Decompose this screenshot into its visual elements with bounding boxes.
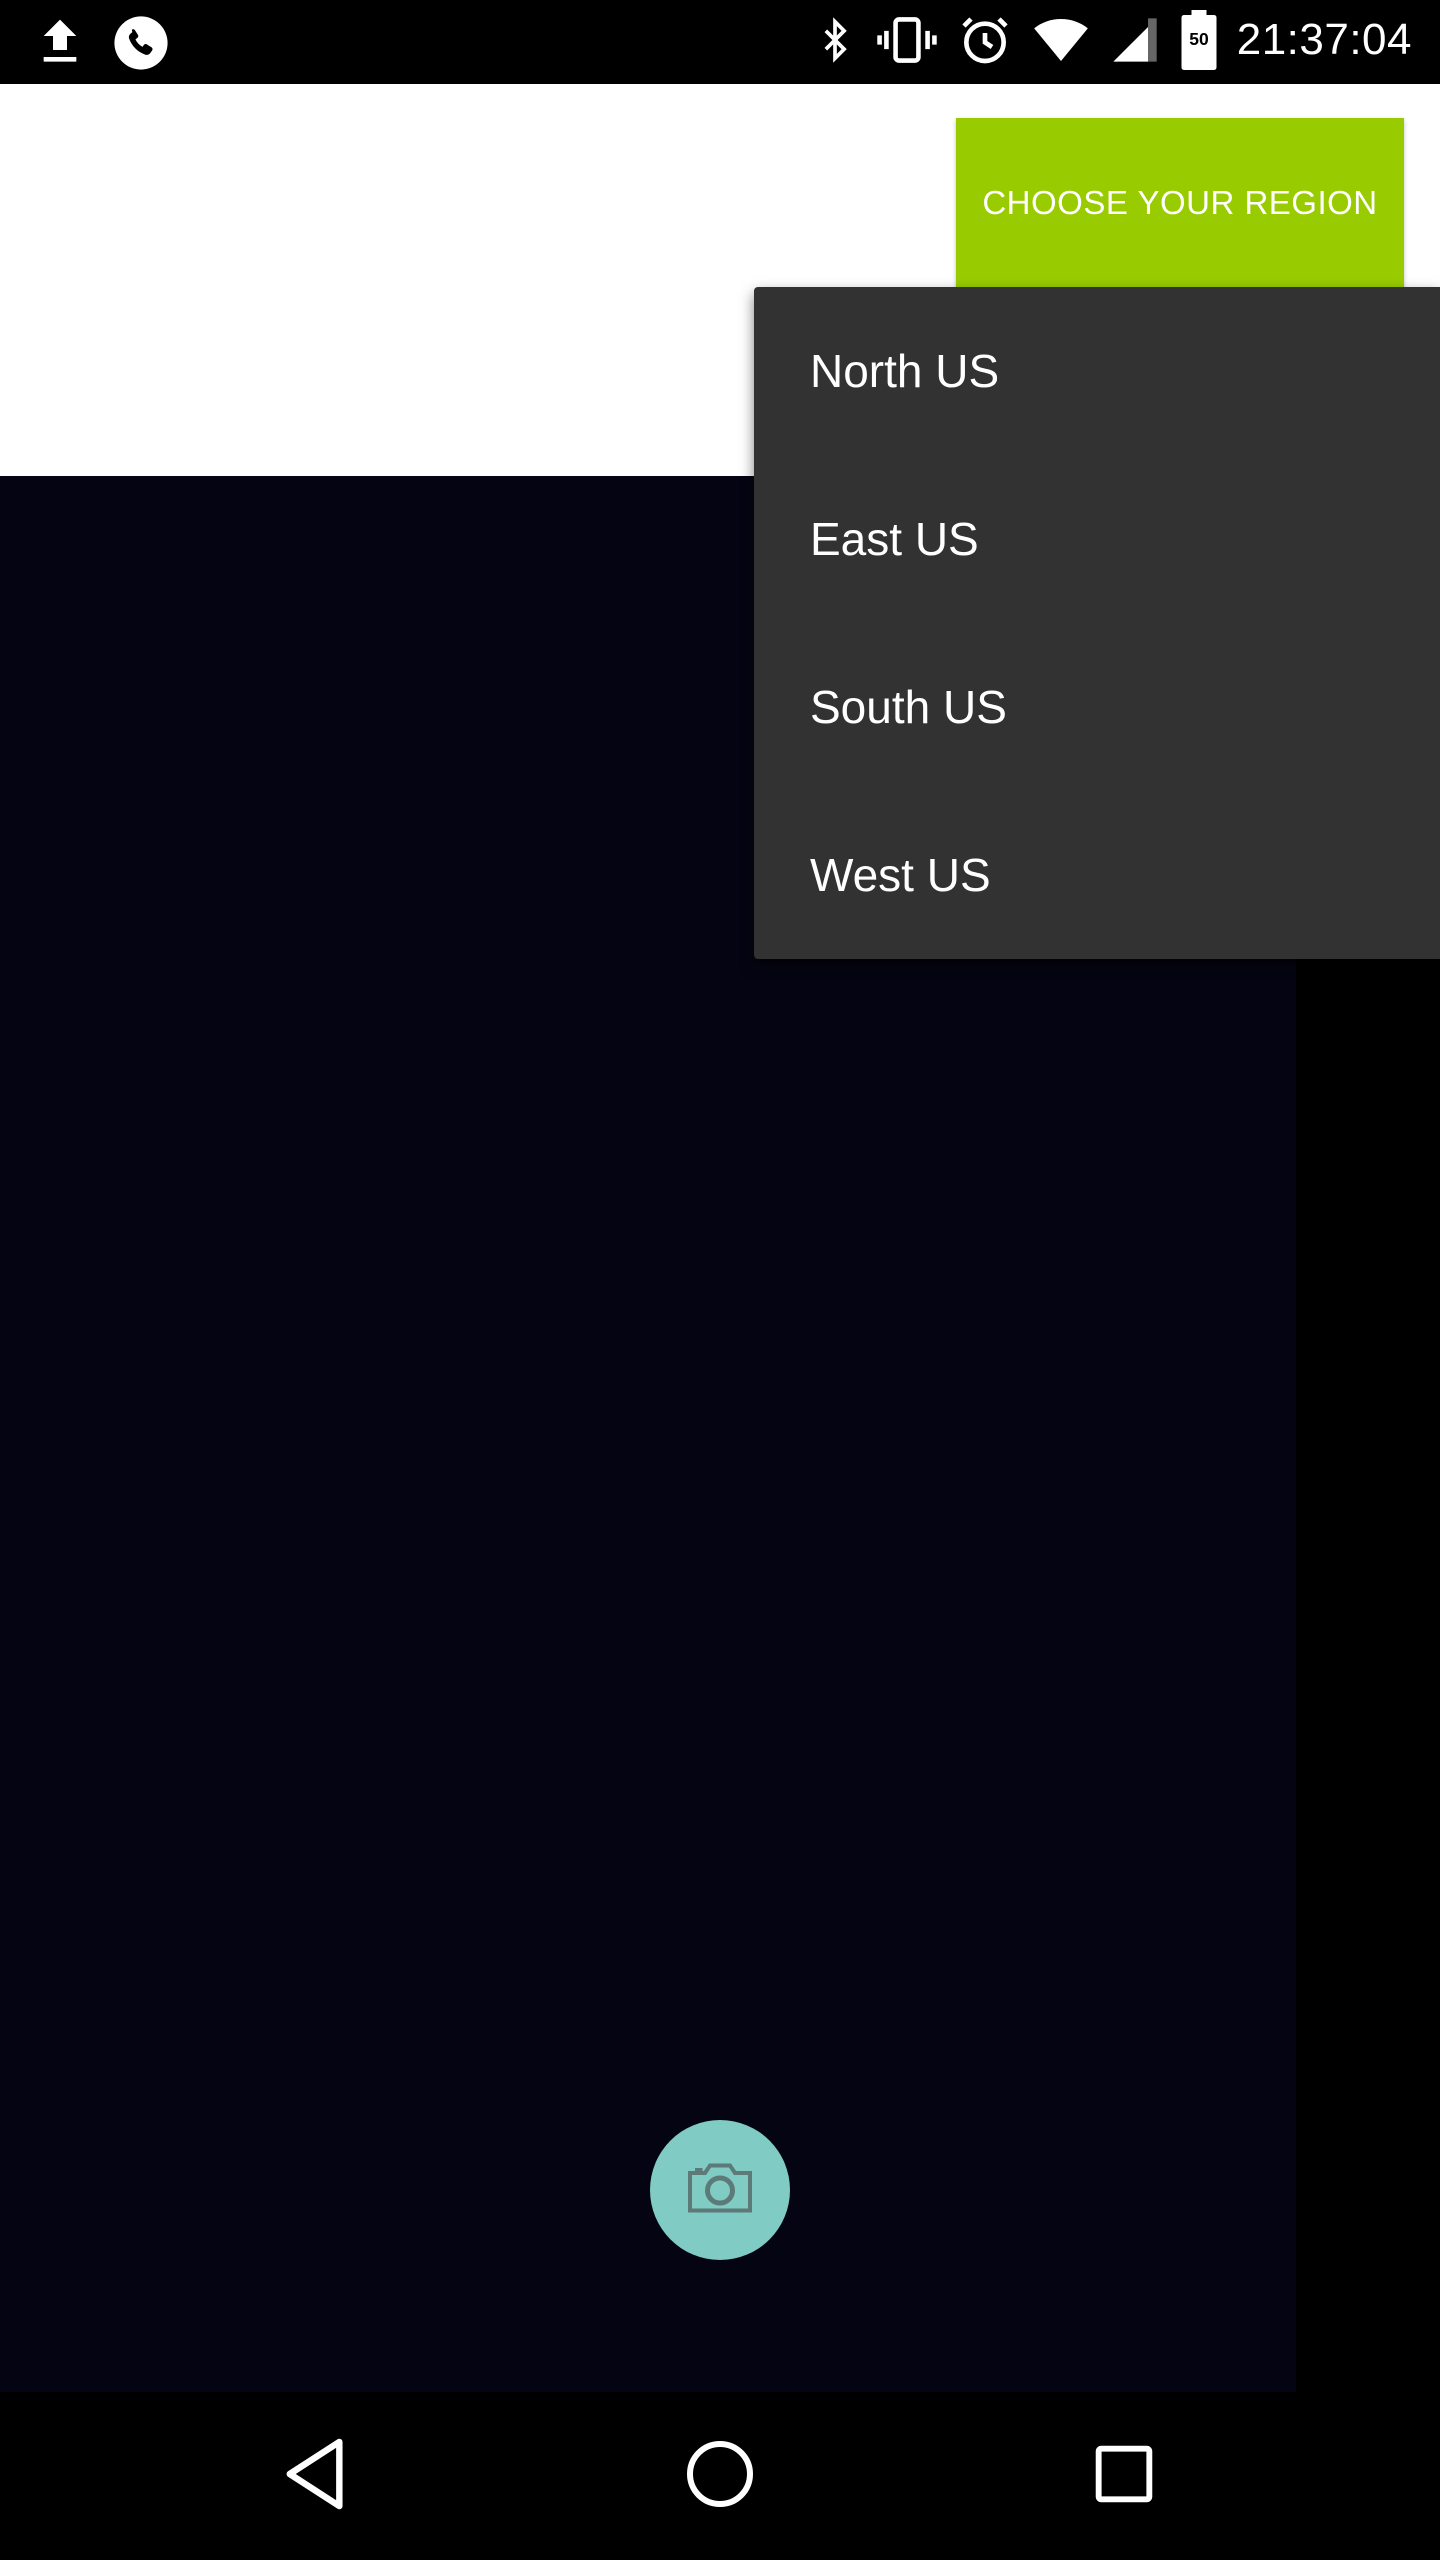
app-screen: 50 21:37:04 CHOOSE YOUR REGION North US … <box>0 0 1440 2560</box>
wifi-icon <box>1031 12 1091 68</box>
choose-region-button[interactable]: CHOOSE YOUR REGION <box>956 118 1404 288</box>
navigation-bar <box>0 2392 1440 2560</box>
camera-icon <box>685 2158 755 2222</box>
bluetooth-icon <box>813 12 857 68</box>
region-option-south-us[interactable]: South US <box>754 623 1440 791</box>
phone-call-icon <box>112 14 170 72</box>
status-bar: 50 21:37:04 <box>0 0 1440 84</box>
recents-button[interactable] <box>1078 2430 1170 2522</box>
home-button[interactable] <box>674 2430 766 2522</box>
vibrate-icon <box>875 12 939 68</box>
region-option-north-us[interactable]: North US <box>754 287 1440 455</box>
back-icon <box>281 2436 351 2516</box>
home-icon <box>684 2438 756 2514</box>
svg-text:50: 50 <box>1189 29 1209 49</box>
recents-icon <box>1092 2442 1156 2510</box>
alarm-icon <box>957 12 1013 68</box>
battery-icon: 50 <box>1179 10 1219 70</box>
back-button[interactable] <box>270 2430 362 2522</box>
upload-icon <box>32 15 88 71</box>
status-time: 21:37:04 <box>1236 15 1412 64</box>
region-dropdown-menu: North US East US South US West US <box>754 287 1440 959</box>
cell-signal-icon <box>1109 12 1161 68</box>
region-option-east-us[interactable]: East US <box>754 455 1440 623</box>
region-option-west-us[interactable]: West US <box>754 791 1440 959</box>
camera-capture-button[interactable] <box>650 2120 790 2260</box>
